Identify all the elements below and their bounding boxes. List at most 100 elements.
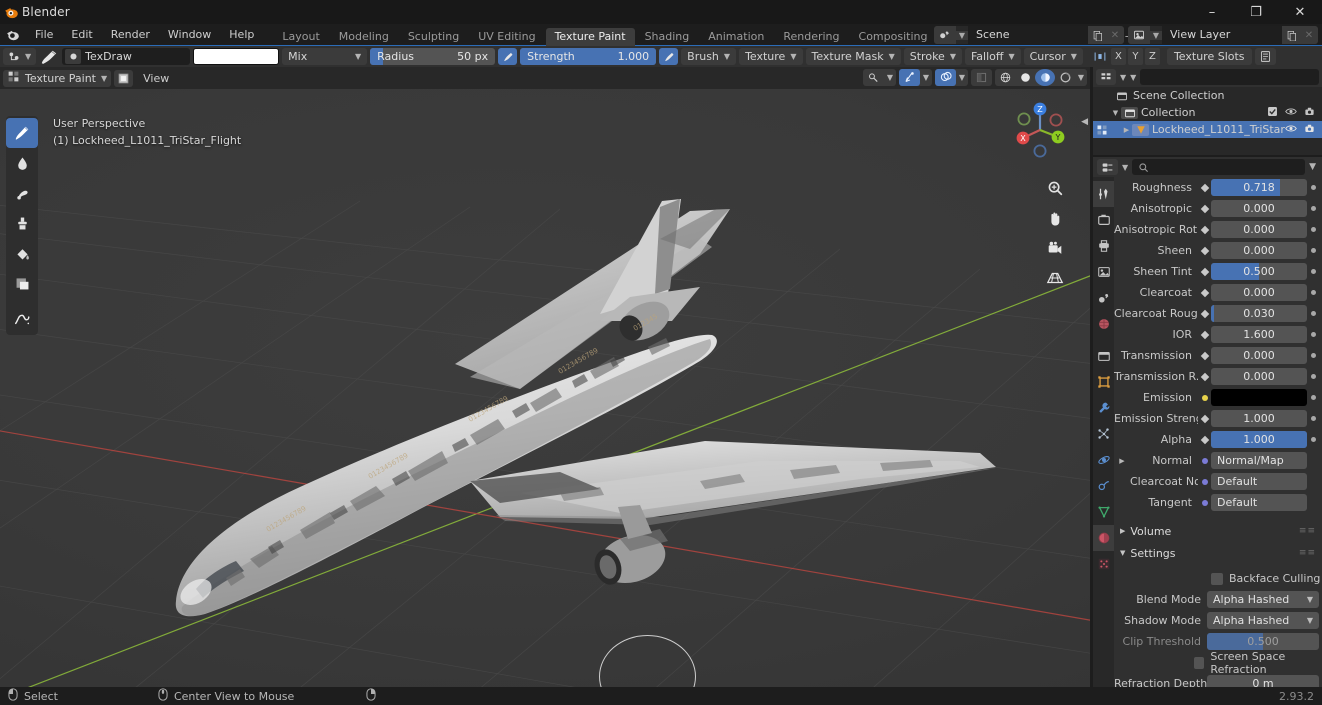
outliner-row-lockheed[interactable]: ▶ Lockheed_L1011_TriStar [1093,121,1322,138]
outliner-filter-chevron-down-icon[interactable]: ▼ [1130,73,1136,82]
workspace-tab-shading[interactable]: Shading [636,28,699,46]
visibility-chevron-down-icon[interactable]: ▼ [884,73,896,82]
sheen-tint-socket-icon[interactable] [1198,267,1211,276]
symmetry-y-toggle[interactable]: Y [1127,48,1143,65]
normal-input-value[interactable]: Normal/Map [1211,452,1307,469]
overlays-toggle[interactable] [935,69,956,86]
zoom-icon[interactable] [1044,177,1066,199]
collection-disclosure[interactable]: ▼ [1110,109,1121,117]
texture-menu[interactable]: Texture ▼ [739,48,803,65]
anisotropic-animate-icon[interactable] [1307,206,1319,211]
interaction-mode-selector[interactable]: Texture Paint ▼ [3,69,112,87]
falloff-menu[interactable]: Falloff ▼ [964,48,1021,65]
transmission-roughness-slider[interactable]: 0.000 [1211,368,1307,385]
clearcoat-animate-icon[interactable] [1307,290,1319,295]
outliner-editor-type-icon[interactable] [1096,69,1116,85]
sidebar-toggle-arrow-icon[interactable]: ◀ [1081,117,1088,127]
outliner-search-input[interactable] [1140,69,1319,85]
refraction-depth-field[interactable]: 0 m [1207,675,1319,687]
solid-shading-button[interactable] [1015,69,1035,86]
new-view-layer-button[interactable] [1282,26,1300,44]
emission-color-swatch[interactable] [1211,389,1307,406]
outliner-row-scene-collection[interactable]: Scene Collection [1093,87,1322,104]
clearcoat-roughness-animate-icon[interactable] [1307,311,1319,316]
transmission-socket-icon[interactable] [1198,351,1211,360]
gizmo-toggle[interactable] [899,69,920,86]
object-eye-icon[interactable] [1285,123,1297,137]
properties-tab-data[interactable] [1093,499,1114,525]
new-scene-button[interactable] [1088,26,1106,44]
symmetry-x-toggle[interactable]: X [1110,48,1126,65]
normal-socket-icon[interactable] [1198,457,1211,464]
collection-eye-icon[interactable] [1285,106,1297,120]
tool-clone-button[interactable] [6,208,38,238]
alpha-socket-icon[interactable] [1198,435,1211,444]
ior-socket-icon[interactable] [1198,330,1211,339]
anisotropic-rotation-socket-icon[interactable] [1198,225,1211,234]
properties-tab-material[interactable] [1093,525,1114,551]
anisotropic-socket-icon[interactable] [1198,204,1211,213]
editor-options-button[interactable] [1254,48,1276,65]
material-preview-shading-button[interactable] [1035,69,1055,86]
texture-slots-button[interactable]: Texture Slots [1166,48,1252,65]
xray-toggle[interactable] [971,69,992,86]
tool-soften-button[interactable] [6,148,38,178]
workspace-tab-sculpting[interactable]: Sculpting [399,28,468,46]
shadow-mode-select[interactable]: Alpha Hashed ▼ [1207,612,1319,629]
clip-threshold-slider[interactable]: 0.500 [1207,633,1319,650]
paint-mask-toggle[interactable] [114,69,134,87]
roughness-socket-icon[interactable] [1198,183,1211,192]
brush-datablock[interactable]: TexDraw [62,48,191,65]
roughness-animate-icon[interactable] [1307,185,1319,190]
brush-menu[interactable]: Brush ▼ [681,48,737,65]
strength-pressure-toggle[interactable] [659,48,679,65]
minimize-button[interactable]: – [1190,0,1234,24]
object-disclosure[interactable]: ▶ [1121,126,1132,134]
clearcoat-slider[interactable]: 0.000 [1211,284,1307,301]
emission-socket-icon[interactable] [1198,394,1211,401]
properties-tab-scene[interactable] [1093,285,1114,311]
scene-name[interactable]: Scene [968,26,1088,44]
active-tool-chevron-down-icon[interactable]: ▼ [22,52,34,61]
viewport-3d[interactable]: 0123456789 0123456789 0123456789 0123456… [0,89,1090,687]
scene-chevron-down-icon[interactable]: ▼ [956,30,968,40]
tool-annotate-button[interactable] [6,303,38,333]
blend-mode-dropdown[interactable]: Mix ▼ [282,48,368,65]
volume-panel-header[interactable]: ▶ Volume ≡≡ [1114,520,1322,542]
properties-tab-constraints[interactable] [1093,473,1114,499]
properties-tab-view-layer[interactable] [1093,259,1114,285]
tool-mask-button[interactable] [6,268,38,298]
collection-camera-icon[interactable] [1304,106,1315,120]
properties-search-input[interactable] [1132,159,1306,175]
cursor-menu[interactable]: Cursor ▼ [1023,48,1083,65]
tool-smear-button[interactable] [6,178,38,208]
properties-tab-physics[interactable] [1093,447,1114,473]
tool-fill-button[interactable] [6,238,38,268]
workspace-tab-animation[interactable]: Animation [699,28,773,46]
properties-tab-world[interactable] [1093,311,1114,337]
menu-help[interactable]: Help [220,24,263,46]
hand-icon[interactable] [1044,207,1066,229]
camera-icon[interactable] [1044,237,1066,259]
viewport-navigation-gizmo[interactable]: Z X Y [1007,97,1073,163]
stroke-menu[interactable]: Stroke ▼ [903,48,962,65]
properties-tab-tool[interactable] [1093,181,1114,207]
brush-name[interactable]: TexDraw [85,50,132,63]
gizmo-chevron-down-icon[interactable]: ▼ [920,73,932,82]
object-camera-icon[interactable] [1304,123,1315,137]
transmission-animate-icon[interactable] [1307,353,1319,358]
radius-slider[interactable]: Radius 50 px [370,48,496,65]
properties-options-chevron-down-icon[interactable]: ▼ [1309,162,1318,172]
workspace-tab-layout[interactable]: Layout [273,28,328,46]
sheen-animate-icon[interactable] [1307,248,1319,253]
emission-animate-icon[interactable] [1307,395,1319,400]
maximize-button[interactable]: ❐ [1234,0,1278,24]
workspace-tab-texture-paint[interactable]: Texture Paint [545,27,635,46]
blend-mode-select[interactable]: Alpha Hashed ▼ [1207,591,1319,608]
tangent-input-value[interactable]: Default [1211,494,1307,511]
unlink-scene-button[interactable]: ✕ [1106,26,1124,44]
overlays-chevron-down-icon[interactable]: ▼ [956,73,968,82]
backface-culling-checkbox[interactable] [1211,572,1223,585]
properties-tab-texture[interactable] [1093,551,1114,577]
transmission-slider[interactable]: 0.000 [1211,347,1307,364]
